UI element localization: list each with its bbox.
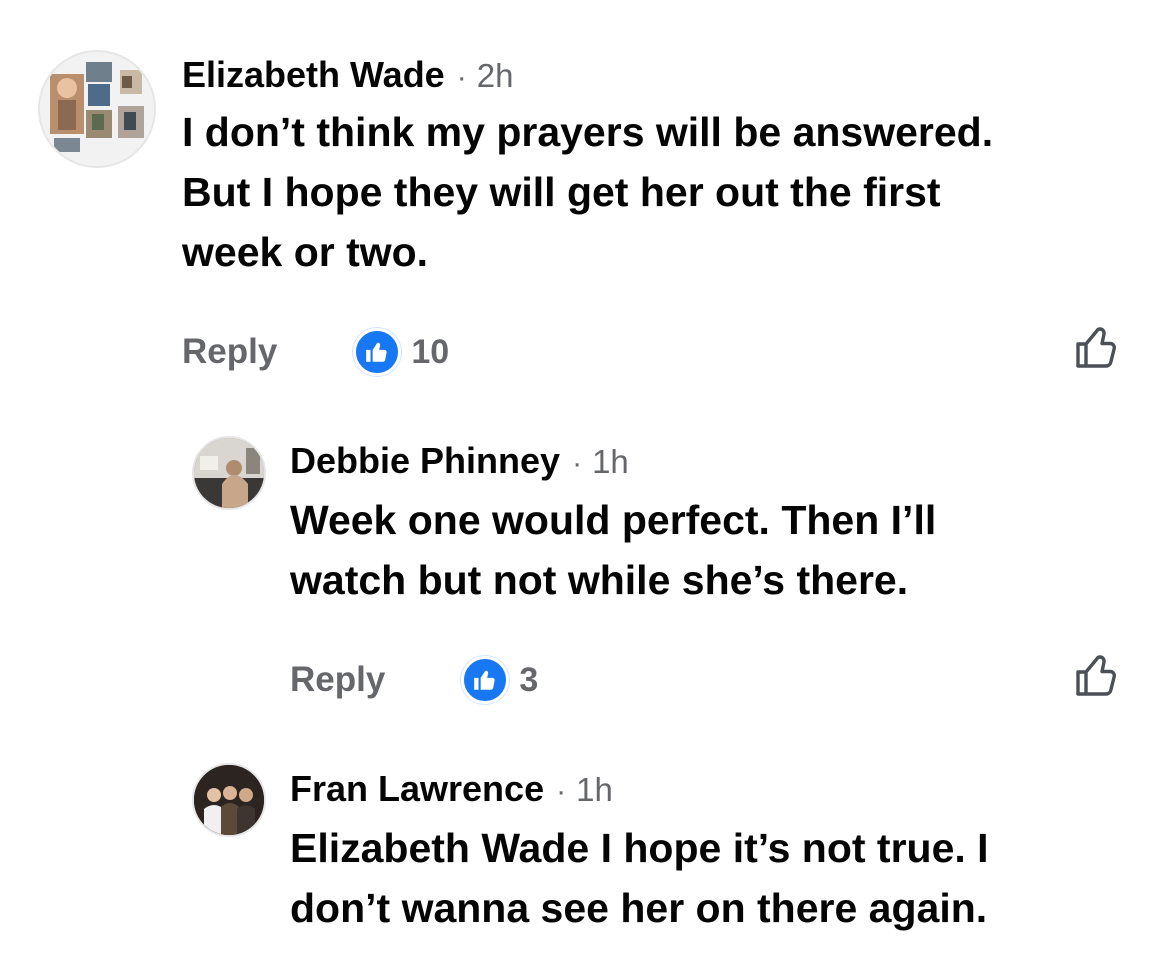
thumbs-up-icon: [461, 656, 510, 704]
avatar[interactable]: [192, 763, 266, 837]
comment-header: Fran Lawrence · 1h: [290, 768, 613, 810]
reaction-summary[interactable]: 3: [461, 656, 538, 704]
avatar[interactable]: [192, 436, 266, 510]
like-button[interactable]: [1072, 650, 1122, 700]
comment-header: Elizabeth Wade · 2h: [182, 54, 513, 96]
reply-button[interactable]: Reply: [290, 660, 385, 700]
thumbs-up-outline-icon: [1076, 327, 1116, 368]
timestamp[interactable]: 1h: [576, 771, 613, 809]
timestamp[interactable]: 2h: [477, 57, 514, 95]
separator-dot: ·: [556, 775, 567, 808]
timestamp[interactable]: 1h: [592, 443, 629, 481]
photo-collage-avatar: [40, 52, 154, 166]
like-button[interactable]: [1072, 322, 1122, 372]
comment-header: Debbie Phinney · 1h: [290, 440, 629, 482]
author-name[interactable]: Fran Lawrence: [290, 768, 544, 810]
author-name[interactable]: Elizabeth Wade: [182, 54, 445, 96]
like-count: 10: [411, 332, 450, 371]
comment-actions: Reply 10: [182, 328, 449, 376]
reply-button[interactable]: Reply: [182, 332, 277, 372]
comment-thread: Elizabeth Wade · 2h I don’t think my pra…: [0, 0, 1170, 956]
comment-actions: Reply 3: [290, 656, 538, 704]
reaction-summary[interactable]: 10: [353, 328, 449, 376]
thumbs-up-outline-icon: [1076, 655, 1116, 696]
separator-dot: ·: [572, 447, 583, 480]
separator-dot: ·: [456, 61, 467, 94]
profile-photo: [194, 765, 264, 835]
author-name[interactable]: Debbie Phinney: [290, 440, 560, 482]
avatar[interactable]: [38, 50, 156, 168]
comment-text: Week one would perfect. Then I’ll watch …: [290, 497, 937, 603]
profile-photo: [194, 438, 264, 508]
comment-text: I don’t think my prayers will be answere…: [182, 109, 994, 275]
like-count: 3: [519, 660, 539, 699]
comment-text: Elizabeth Wade I hope it’s not true. I d…: [290, 825, 989, 931]
thumbs-up-icon: [353, 328, 402, 376]
